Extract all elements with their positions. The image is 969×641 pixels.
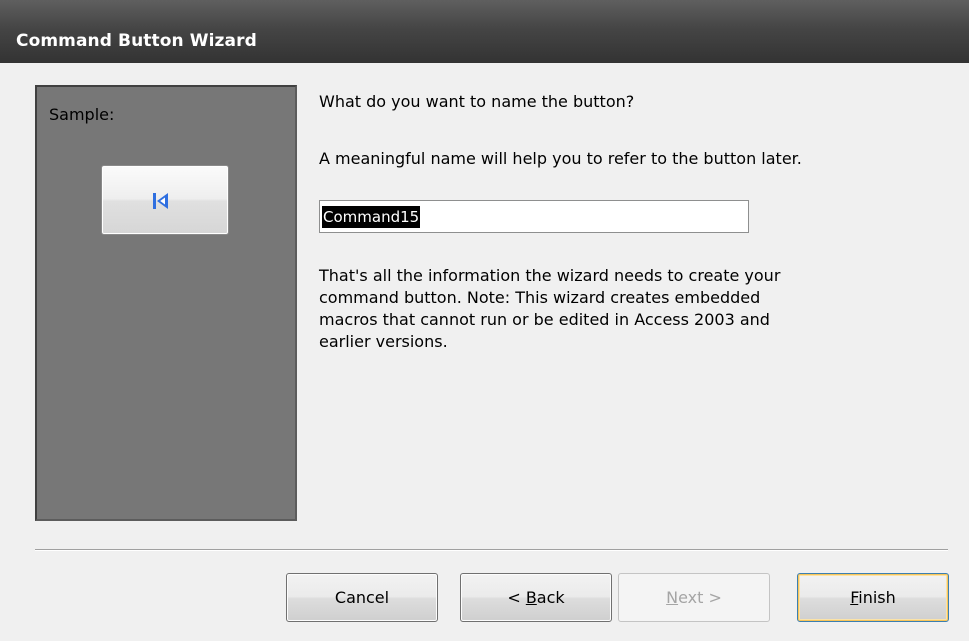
back-button-accel: B bbox=[525, 588, 537, 607]
back-button[interactable]: < Back bbox=[460, 573, 612, 622]
cancel-button[interactable]: Cancel bbox=[286, 573, 438, 622]
back-button-label: ack bbox=[536, 588, 565, 607]
finish-button-label: inish bbox=[858, 588, 896, 607]
first-record-icon bbox=[153, 193, 168, 209]
info-line: macros that cannot run or be edited in A… bbox=[319, 310, 770, 329]
divider bbox=[35, 549, 948, 551]
command-button-wizard-dialog: Command Button Wizard Sample: What do yo… bbox=[0, 0, 969, 641]
sample-label: Sample: bbox=[49, 105, 115, 124]
sample-button-preview bbox=[101, 165, 229, 235]
info-line: command button. Note: This wizard create… bbox=[319, 288, 761, 307]
cancel-button-label: Cancel bbox=[334, 588, 390, 607]
info-line: earlier versions. bbox=[319, 332, 448, 351]
back-button-prefix: < bbox=[507, 588, 526, 607]
name-hint: A meaningful name will help you to refer… bbox=[319, 149, 802, 168]
button-name-input[interactable]: Command15 bbox=[319, 200, 749, 233]
button-name-value: Command15 bbox=[322, 206, 421, 228]
dialog-title: Command Button Wizard bbox=[16, 31, 257, 51]
sample-panel: Sample: bbox=[35, 85, 297, 521]
wizard-info-text: That's all the information the wizard ne… bbox=[319, 265, 879, 353]
info-line: That's all the information the wizard ne… bbox=[319, 266, 781, 285]
title-bar: Command Button Wizard bbox=[0, 0, 969, 63]
next-button-label: ext > bbox=[678, 588, 722, 607]
finish-button[interactable]: Finish bbox=[797, 573, 949, 622]
next-button[interactable]: Next > bbox=[618, 573, 770, 622]
next-button-accel: N bbox=[666, 588, 679, 607]
name-prompt: What do you want to name the button? bbox=[319, 92, 635, 111]
